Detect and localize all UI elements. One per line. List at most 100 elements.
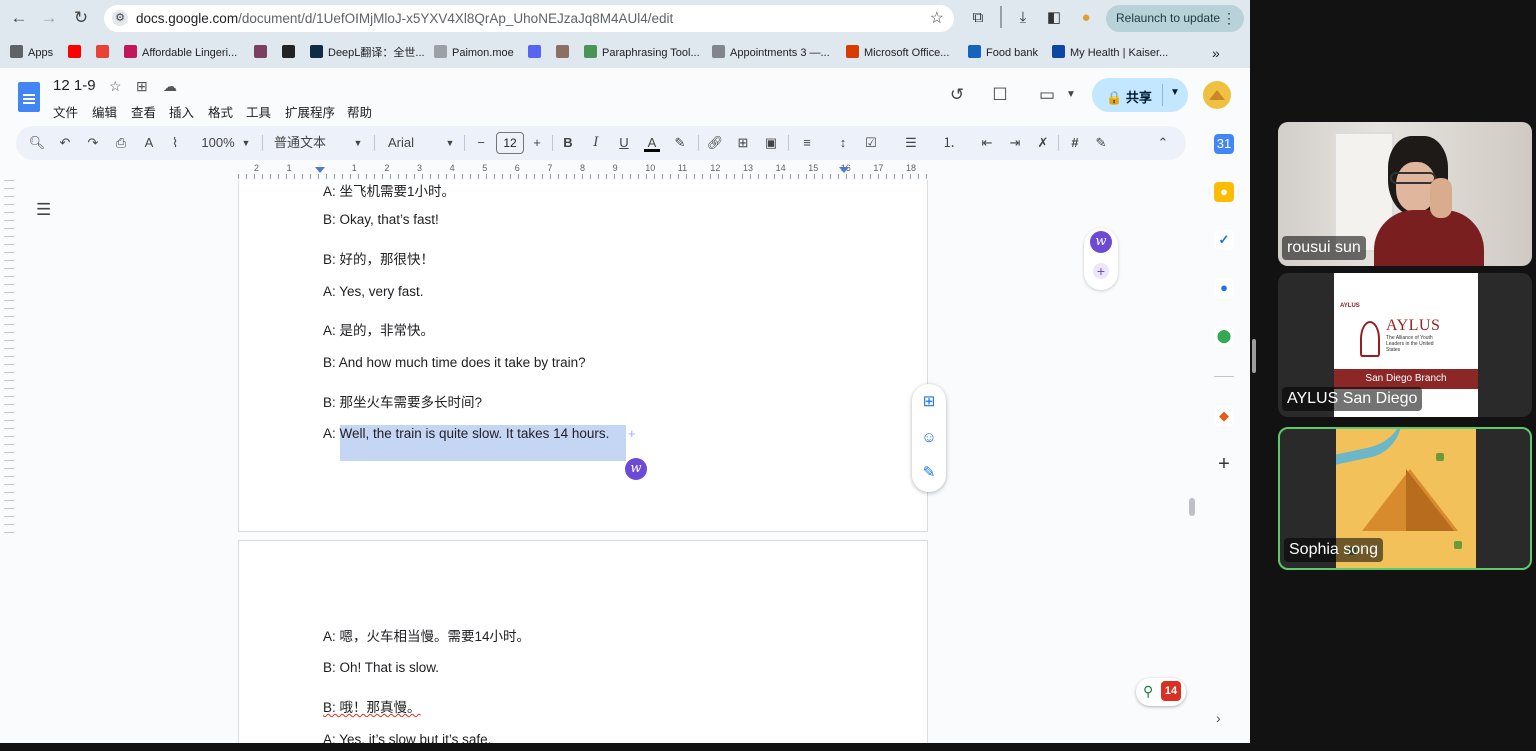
font-size-input[interactable]: 12	[496, 132, 524, 154]
menu-insert[interactable]: 插入	[169, 102, 194, 121]
bookmark-item[interactable]: Appointments 3 —...	[712, 45, 830, 61]
doc-line[interactable]: B: 好的，那很快！	[323, 248, 434, 268]
add-comment-icon[interactable]: ⊞	[734, 134, 752, 152]
scrollbar-thumb[interactable]	[1189, 498, 1195, 516]
numbered-list-icon[interactable]: ⒈	[940, 134, 958, 152]
participant-tile[interactable]: rousui sun	[1278, 122, 1532, 266]
editing-mode-icon[interactable]: ✎	[1092, 134, 1110, 152]
contacts-icon[interactable]: ●	[1214, 278, 1234, 298]
doc-title[interactable]: 12 1-9	[53, 77, 96, 94]
calendar-icon[interactable]: 31	[1214, 134, 1234, 154]
bookmark-item[interactable]: Affordable Lingeri...	[124, 45, 237, 61]
avatar[interactable]	[1203, 81, 1231, 109]
doc-line[interactable]: B: Oh! That is slow.	[323, 660, 439, 675]
undo-icon[interactable]: ↶	[56, 134, 74, 152]
bookmark-item[interactable]: Microsoft Office...	[846, 45, 949, 61]
keep-icon[interactable]: ●	[1214, 182, 1234, 202]
reload-icon[interactable]: ↻	[71, 8, 91, 28]
paint-format-icon[interactable]: ⌇	[166, 134, 184, 152]
cloud-status-icon[interactable]: ☁	[163, 78, 177, 95]
move-folder-icon[interactable]: ⊞	[136, 78, 148, 95]
tasks-icon[interactable]: ✓	[1214, 230, 1234, 250]
bookmark-item[interactable]	[96, 45, 114, 61]
doc-line[interactable]: B: 那坐火车需要多长时间?	[323, 391, 482, 411]
font-dropdown-icon[interactable]: ▼	[444, 134, 456, 152]
bookmark-item[interactable]: Food bank	[968, 45, 1038, 61]
get-addons-icon[interactable]: +	[1214, 454, 1234, 474]
doc-line[interactable]: A: 嗯，火车相当慢。需要14小时。	[323, 625, 530, 645]
bookmark-item[interactable]: Apps	[10, 45, 53, 61]
insert-image-icon[interactable]: ▣	[762, 134, 780, 152]
spellcheck-icon[interactable]: A	[140, 134, 158, 152]
bookmark-item[interactable]: My Health | Kaiser...	[1052, 45, 1168, 61]
redo-icon[interactable]: ↷	[84, 134, 102, 152]
address-bar[interactable]: ⚙ docs.google.com/document/d/1UefOIMjMlo…	[104, 5, 954, 32]
style-select[interactable]: 普通文本	[274, 134, 328, 152]
bookmark-item[interactable]	[68, 45, 86, 61]
meet-icon[interactable]: ▭	[1036, 84, 1058, 106]
decrease-font-icon[interactable]: −	[474, 134, 488, 152]
emoji-reaction-icon[interactable]: ☺	[919, 428, 939, 448]
add-comment-plus-icon[interactable]: +	[628, 426, 636, 441]
doc-line[interactable]: B: And how much time does it take by tra…	[323, 355, 586, 370]
suggest-edits-icon[interactable]: ✎	[919, 463, 939, 483]
doc-line[interactable]: A: 坐飞机需要1小时。	[323, 180, 455, 200]
print-icon[interactable]: ⎙	[112, 134, 130, 152]
more-bookmarks-icon[interactable]: »	[1212, 45, 1220, 61]
version-history-icon[interactable]: ↺	[946, 84, 968, 106]
comments-icon[interactable]: ☐	[989, 84, 1011, 106]
doc-line[interactable]: B: 哦！那真慢。	[323, 696, 421, 716]
menu-edit[interactable]: 编辑	[92, 102, 117, 121]
bookmark-star-icon[interactable]: ☆	[930, 8, 944, 28]
bookmark-item[interactable]: Paraphrasing Tool...	[584, 45, 700, 61]
doc-line[interactable]: A: 是的，非常快。	[323, 319, 434, 339]
zoom-select[interactable]: 100%	[198, 134, 238, 152]
side-panel-collapse-icon[interactable]: ›	[1216, 710, 1221, 726]
maps-icon[interactable]: ⬤	[1214, 326, 1234, 346]
writing-assistant-icon[interactable]: w	[625, 458, 647, 480]
document-outline-icon[interactable]: ☰	[36, 200, 51, 220]
share-dropdown-icon[interactable]: ▼	[1170, 87, 1180, 98]
doc-line[interactable]: B: Okay, that’s fast!	[323, 212, 439, 227]
bold-icon[interactable]: B	[560, 134, 576, 152]
meet-dropdown-icon[interactable]: ▼	[1060, 84, 1082, 106]
menu-format[interactable]: 格式	[208, 102, 233, 121]
menu-tools[interactable]: 工具	[246, 102, 271, 121]
right-indent-marker[interactable]	[839, 167, 849, 173]
menu-help[interactable]: 帮助	[347, 102, 372, 121]
zoom-dropdown-icon[interactable]: ▼	[240, 134, 252, 152]
star-icon[interactable]: ☆	[109, 78, 122, 95]
resize-handle[interactable]	[1252, 339, 1256, 373]
bookmark-item[interactable]	[254, 45, 272, 61]
search-menus-icon[interactable]: 🔍︎	[28, 134, 46, 152]
link-icon[interactable]: 🔗︎	[706, 134, 724, 152]
doc-line[interactable]: A: Yes, it’s slow but it’s safe.	[323, 732, 491, 743]
italic-icon[interactable]: I	[588, 134, 604, 152]
input-tools-icon[interactable]: #	[1066, 134, 1084, 152]
side-panel-icon[interactable]: ◧	[1044, 8, 1064, 28]
clear-formatting-icon[interactable]: ✗	[1034, 134, 1052, 152]
profile-avatar-icon[interactable]: ●	[1076, 8, 1096, 28]
increase-indent-icon[interactable]: ⇥	[1006, 134, 1024, 152]
text-color-icon[interactable]: A	[644, 134, 660, 152]
document-page[interactable]: A: 坐飞机需要1小时。 B: Okay, that’s fast! B: 好的…	[238, 180, 928, 532]
bookmark-item[interactable]	[556, 45, 574, 61]
font-select[interactable]: Arial	[388, 134, 428, 152]
download-icon[interactable]: ⤓	[1013, 8, 1033, 28]
checklist-icon[interactable]: ☑	[862, 134, 880, 152]
explore-button[interactable]: ⚲ 14	[1136, 678, 1186, 706]
relaunch-button[interactable]: Relaunch to update ⋮	[1106, 5, 1244, 32]
bulleted-list-icon[interactable]: ☰	[902, 134, 920, 152]
participant-tile-active[interactable]: Sophia song	[1278, 427, 1532, 570]
collapse-menus-icon[interactable]: ⌃	[1154, 134, 1172, 152]
more-icon[interactable]: ⋮	[1222, 5, 1236, 32]
add-comment-icon[interactable]: ⊞	[919, 392, 939, 412]
site-settings-icon[interactable]: ⚙	[112, 10, 128, 26]
increase-font-icon[interactable]: +	[530, 134, 544, 152]
menu-file[interactable]: 文件	[53, 102, 78, 121]
docs-logo-icon[interactable]	[18, 82, 40, 112]
document-page[interactable]: A: 嗯，火车相当慢。需要14小时。 B: Oh! That is slow. …	[238, 540, 928, 743]
bookmark-item[interactable]: Paimon.moe	[434, 45, 514, 61]
share-button[interactable]: 🔒 共享 ▼	[1092, 78, 1188, 112]
participant-tile[interactable]: AYLUS AYLUS The Alliance of Youth Leader…	[1278, 273, 1532, 417]
